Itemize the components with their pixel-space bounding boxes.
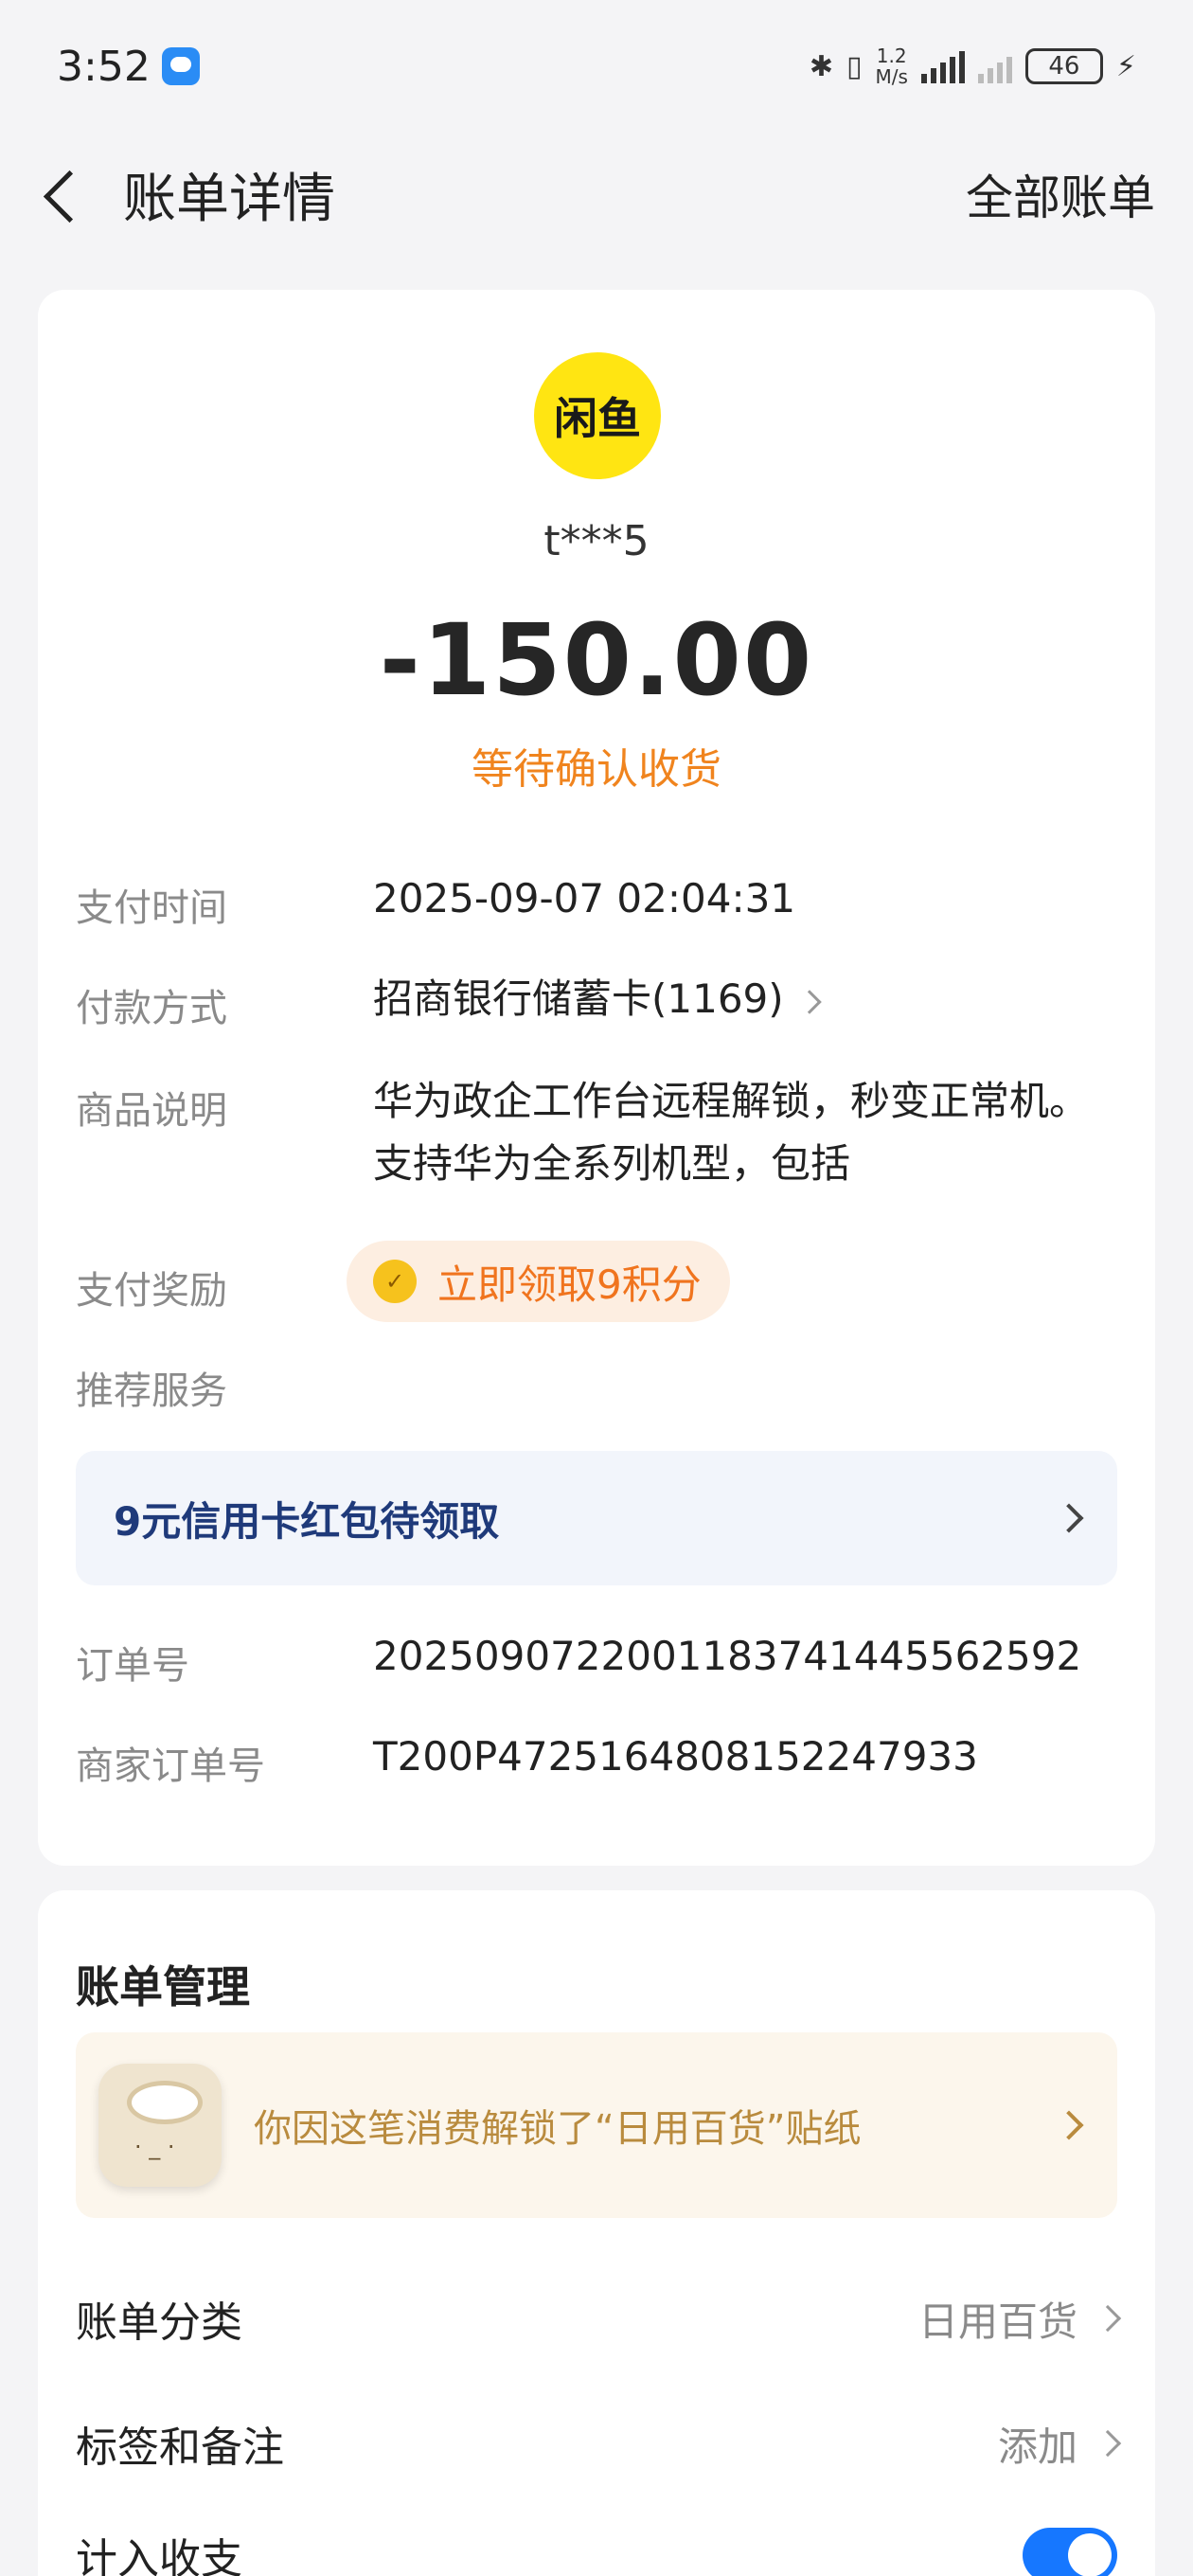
pay-method-value: 招商银行储蓄卡(1169) (373, 975, 784, 1022)
category-value: 日用百货 (917, 2298, 1077, 2345)
bill-status: 等待确认收货 (472, 745, 721, 794)
pay-time-label: 支付时间 (76, 886, 227, 930)
network-speed: 1.2 M/s (876, 45, 908, 87)
goods-description-line1: 华为政企工作台远程解锁，秒变正常机。 (373, 1078, 1090, 1124)
section-title: 账单管理 (76, 1961, 250, 2012)
merchant-logo-text: 闲鱼 (554, 393, 641, 444)
message-notification-icon (161, 47, 200, 85)
credit-card-promo-banner[interactable]: 9元信用卡红包待领取 (76, 1451, 1117, 1585)
vibrate-icon: ▯ (846, 49, 863, 83)
bill-management-card: 账单管理 你因这笔消费解锁了“日用百货”贴纸 账单分类 日用百货 标签和备注 添… (38, 1890, 1155, 2576)
order-no-label: 订单号 (76, 1644, 189, 1688)
chevron-right-icon (1054, 1503, 1084, 1533)
bill-summary-card: 闲鱼 t***5 -150.00 等待确认收货 支付时间 2025-09-07 … (38, 290, 1155, 1866)
merchant-order-value[interactable]: T200P4725164808152247933 (373, 1726, 978, 1788)
pay-method-row[interactable]: 招商银行储蓄卡(1169) (373, 968, 822, 1030)
category-row[interactable]: 账单分类 日用百货 (76, 2288, 1122, 2349)
order-no-value[interactable]: 2025090722001183741445562592 (373, 1625, 1081, 1688)
chevron-right-icon (796, 989, 822, 1014)
bluetooth-icon: ✱ (809, 49, 833, 83)
tags-notes-row[interactable]: 标签和备注 添加 (76, 2413, 1122, 2474)
bill-detail-page: 3:52 ✱ ▯ 1.2 M/s 46 ⚡ 账单详情 全部账单 闲鱼 t***5… (0, 0, 1193, 2576)
status-bar: 3:52 ✱ ▯ 1.2 M/s 46 ⚡ (0, 0, 1193, 133)
points-coin-icon: ✓ (373, 1260, 417, 1303)
sticker-unlock-banner[interactable]: 你因这笔消费解锁了“日用百货”贴纸 (76, 2032, 1117, 2218)
sticker-unlock-text: 你因这笔消费解锁了“日用百货”贴纸 (254, 2107, 862, 2151)
network-speed-value: 1.2 (876, 45, 907, 67)
tags-notes-value: 添加 (997, 2423, 1077, 2470)
claim-points-button[interactable]: ✓ 立即领取9积分 (347, 1241, 730, 1322)
signal-strength-icon (920, 49, 965, 83)
merchant-name: t***5 (543, 517, 650, 565)
tissue-roll-sticker-icon (98, 2064, 222, 2187)
page-title: 账单详情 (123, 168, 335, 230)
goods-label: 商品说明 (76, 1089, 227, 1133)
network-speed-unit: M/s (875, 65, 908, 88)
signal-strength-secondary-icon (977, 49, 1012, 83)
battery-icon: 46 (1024, 48, 1103, 84)
goods-description: 华为政企工作台远程解锁，秒变正常机。 支持华为全系列机型，包括 (373, 1070, 1089, 1195)
include-in-stats-row: 计入收支 (76, 2525, 1117, 2576)
battery-level: 46 (1048, 52, 1080, 80)
chevron-right-icon (1094, 2429, 1122, 2458)
include-in-stats-toggle[interactable] (1023, 2528, 1117, 2576)
status-icons: ✱ ▯ 1.2 M/s 46 ⚡ (810, 45, 1136, 87)
charging-icon: ⚡ (1115, 49, 1136, 83)
bill-amount: -150.00 (379, 602, 814, 718)
promo-text: 9元信用卡红包待领取 (114, 1497, 500, 1545)
tags-notes-label: 标签和备注 (76, 2424, 284, 2472)
reward-label: 支付奖励 (76, 1269, 227, 1313)
chevron-right-icon (1054, 2110, 1084, 2140)
category-label: 账单分类 (76, 2299, 242, 2347)
pay-method-label: 付款方式 (76, 987, 227, 1030)
merchant-order-label: 商家订单号 (76, 1744, 265, 1788)
claim-points-label: 立即领取9积分 (437, 1261, 702, 1308)
status-time: 3:52 (57, 42, 151, 91)
recommend-label: 推荐服务 (76, 1369, 227, 1413)
pay-time-value: 2025-09-07 02:04:31 (373, 875, 796, 921)
include-in-stats-label: 计入收支 (76, 2535, 242, 2576)
goods-description-line2: 支持华为全系列机型，包括 (373, 1140, 851, 1187)
chevron-right-icon (1094, 2304, 1122, 2333)
navigation-bar: 账单详情 全部账单 (0, 142, 1193, 246)
back-arrow-icon[interactable] (38, 161, 85, 227)
merchant-logo: 闲鱼 (534, 352, 661, 479)
all-bills-link[interactable]: 全部账单 (966, 160, 1155, 228)
